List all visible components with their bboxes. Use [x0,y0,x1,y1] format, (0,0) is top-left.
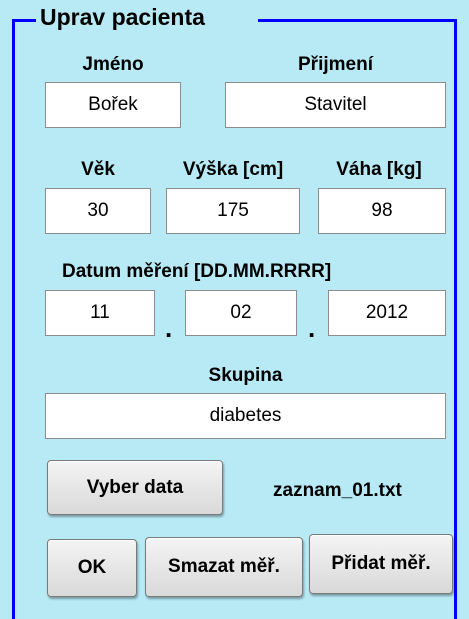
weight-label: Váha [kg] [336,159,422,180]
date-separator-1: . [165,313,173,343]
group-title: Uprav pacienta [40,4,205,30]
first-name-label: Jméno [82,54,144,75]
last-name-label: Přijmení [298,54,373,75]
group-border-right [454,19,457,619]
group-border-top-right [258,19,457,22]
group-field[interactable]: diabetes [45,393,446,439]
group-border-left [12,19,15,619]
last-name-field[interactable]: Stavitel [225,82,446,128]
date-label: Datum měření [DD.MM.RRRR] [62,261,332,282]
height-label: Výška [cm] [182,159,284,180]
select-data-button[interactable]: Vyber data [47,460,223,515]
first-name-field[interactable]: Bořek [45,82,181,128]
age-field[interactable]: 30 [45,188,151,234]
group-border-top-left [12,19,36,22]
group-label: Skupina [208,365,283,386]
date-day-field[interactable]: 11 [45,290,155,336]
height-field[interactable]: 175 [166,188,300,234]
date-year-field[interactable]: 2012 [328,290,446,336]
edit-patient-panel: Uprav pacienta Jméno Přijmení Bořek Stav… [0,0,469,619]
date-month-field[interactable]: 02 [185,290,297,336]
file-name-label: zaznam_01.txt [273,480,402,501]
delete-measurement-button[interactable]: Smazat měř. [145,537,303,597]
ok-button[interactable]: OK [47,539,137,597]
date-separator-2: . [308,313,316,343]
weight-field[interactable]: 98 [318,188,446,234]
age-label: Věk [81,159,115,180]
add-measurement-button[interactable]: Přidat měř. [309,534,453,594]
